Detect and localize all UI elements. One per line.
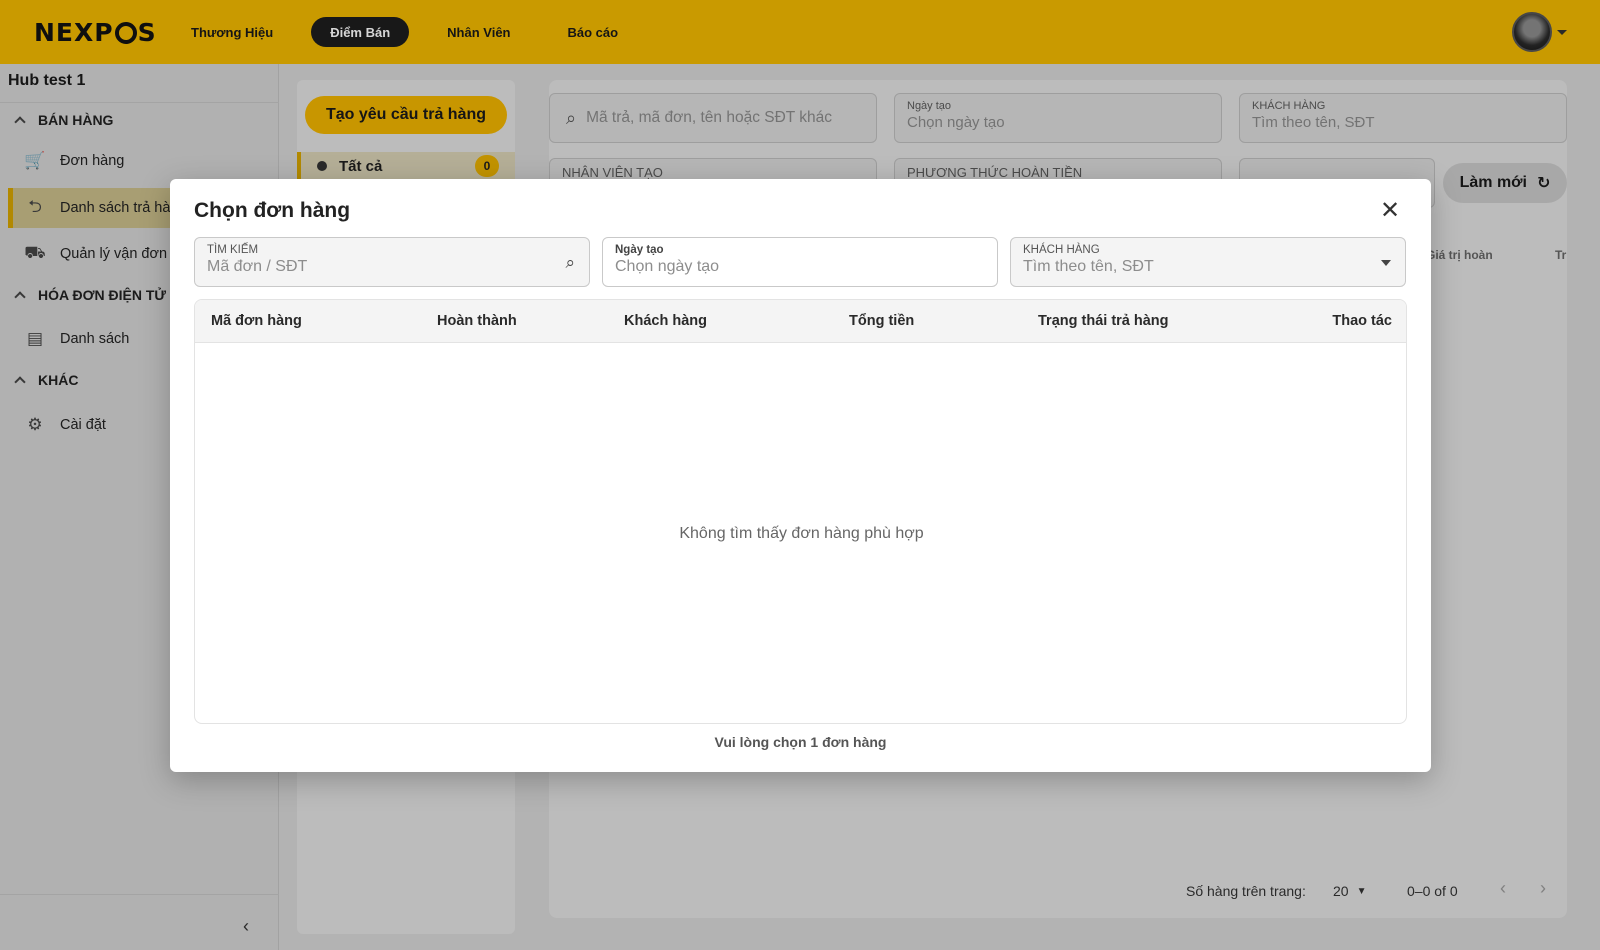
- dialog-footer-hint: Vui lòng chọn 1 đơn hàng: [714, 734, 887, 750]
- dialog-date-field[interactable]: Ngày tạo Chọn ngày tạo: [602, 237, 998, 287]
- orders-table: Mã đơn hàng Hoàn thành Khách hàng Tổng t…: [194, 299, 1407, 724]
- column-header: Tổng tiền: [849, 313, 915, 329]
- column-header: Trạng thái trả hàng: [1038, 313, 1169, 329]
- field-placeholder: Tìm theo tên, SĐT: [1023, 258, 1154, 275]
- field-label: TÌM KIẾM: [207, 244, 259, 256]
- field-placeholder: Chọn ngày tạo: [615, 258, 720, 275]
- table-header: Mã đơn hàng Hoàn thành Khách hàng Tổng t…: [195, 300, 1406, 343]
- select-order-dialog: Chọn đơn hàng ✕ TÌM KIẾM Mã đơn / SĐT ⌕ …: [170, 179, 1431, 772]
- empty-state-message: Không tìm thấy đơn hàng phù hợp: [679, 525, 924, 542]
- dialog-customer-field[interactable]: KHÁCH HÀNG Tìm theo tên, SĐT: [1010, 237, 1406, 287]
- column-header: Mã đơn hàng: [211, 313, 302, 329]
- chevron-down-icon[interactable]: [1381, 260, 1391, 266]
- dialog-search-input[interactable]: TÌM KIẾM Mã đơn / SĐT ⌕: [194, 237, 590, 287]
- field-label: Ngày tạo: [615, 244, 664, 256]
- column-header: Hoàn thành: [437, 313, 517, 329]
- field-placeholder: Mã đơn / SĐT: [207, 258, 308, 275]
- dialog-title: Chọn đơn hàng: [194, 199, 351, 222]
- close-icon[interactable]: ✕: [1377, 197, 1403, 224]
- search-icon[interactable]: ⌕: [565, 253, 575, 273]
- field-label: KHÁCH HÀNG: [1023, 244, 1100, 256]
- column-header: Thao tác: [1332, 313, 1392, 329]
- column-header: Khách hàng: [624, 313, 707, 329]
